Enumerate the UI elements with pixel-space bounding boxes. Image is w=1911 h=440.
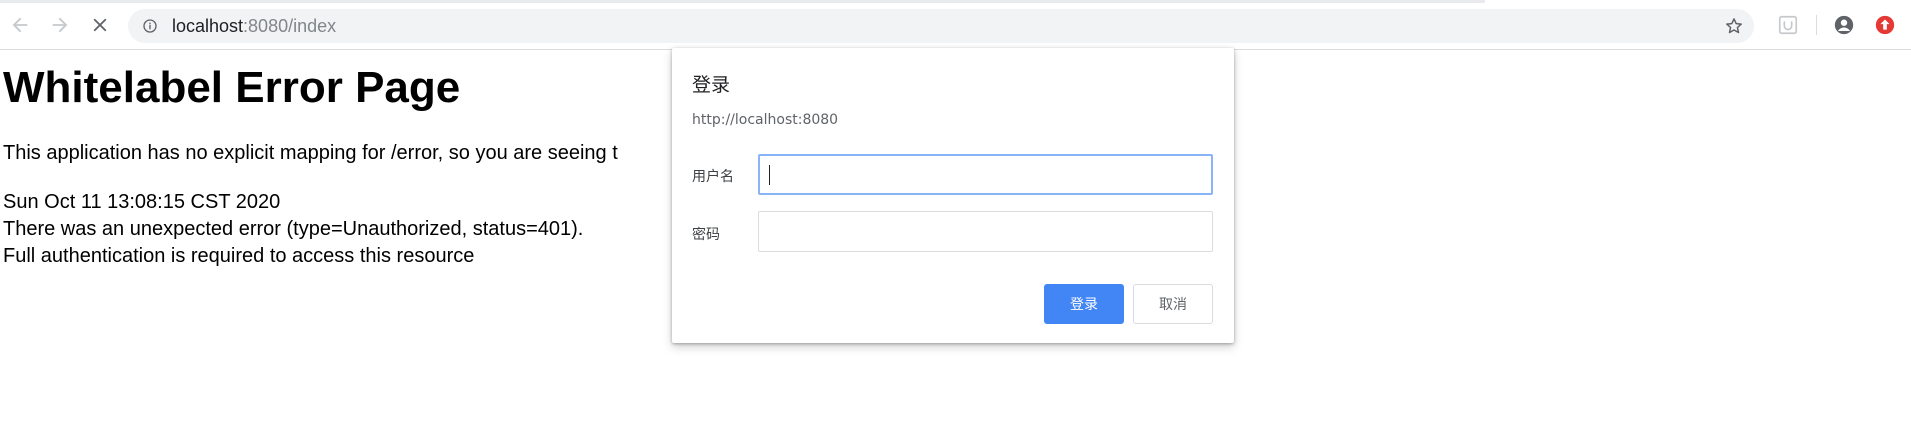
username-input[interactable]	[758, 154, 1213, 195]
login-button[interactable]: 登录	[1044, 284, 1124, 324]
dialog-origin: http://localhost:8080	[692, 112, 839, 128]
arrow-left-icon	[12, 17, 28, 33]
password-input[interactable]	[758, 211, 1213, 252]
dialog-title: 登录	[692, 74, 731, 96]
cancel-button[interactable]: 取消	[1133, 284, 1213, 324]
arrow-right-icon	[52, 17, 68, 33]
star-icon[interactable]	[1724, 16, 1744, 36]
error-page-content: Whitelabel Error Page This application h…	[3, 58, 618, 270]
stop-loading-button[interactable]	[85, 10, 115, 40]
http-auth-dialog: 登录 http://localhost:8080 用户名 密码 登录 取消	[672, 48, 1234, 343]
address-bar[interactable]: localhost:8080/index	[128, 9, 1754, 43]
text-cursor	[769, 165, 770, 185]
password-label: 密码	[692, 227, 720, 243]
loading-progress-bar	[0, 0, 1485, 3]
info-icon[interactable]	[142, 18, 158, 34]
close-icon	[93, 18, 107, 32]
toolbar-separator	[1816, 15, 1817, 35]
account-circle-icon[interactable]	[1833, 14, 1855, 36]
forward-button[interactable]	[45, 10, 75, 40]
url-path: :8080/index	[243, 16, 337, 36]
extension-icon[interactable]	[1777, 14, 1799, 36]
url-text[interactable]: localhost:8080/index	[172, 16, 336, 36]
username-label: 用户名	[692, 169, 734, 185]
url-host: localhost	[172, 16, 244, 36]
back-button[interactable]	[5, 10, 35, 40]
update-arrow-icon[interactable]	[1874, 14, 1896, 36]
browser-toolbar: localhost:8080/index	[0, 0, 1911, 50]
error-detail: Full authentication is required to acces…	[3, 245, 475, 267]
error-timestamp: Sun Oct 11 13:08:15 CST 2020	[3, 191, 281, 213]
error-message: This application has no explicit mapping…	[3, 142, 618, 164]
page-title: Whitelabel Error Page	[3, 63, 461, 112]
error-status-line: There was an unexpected error (type=Unau…	[3, 218, 584, 240]
